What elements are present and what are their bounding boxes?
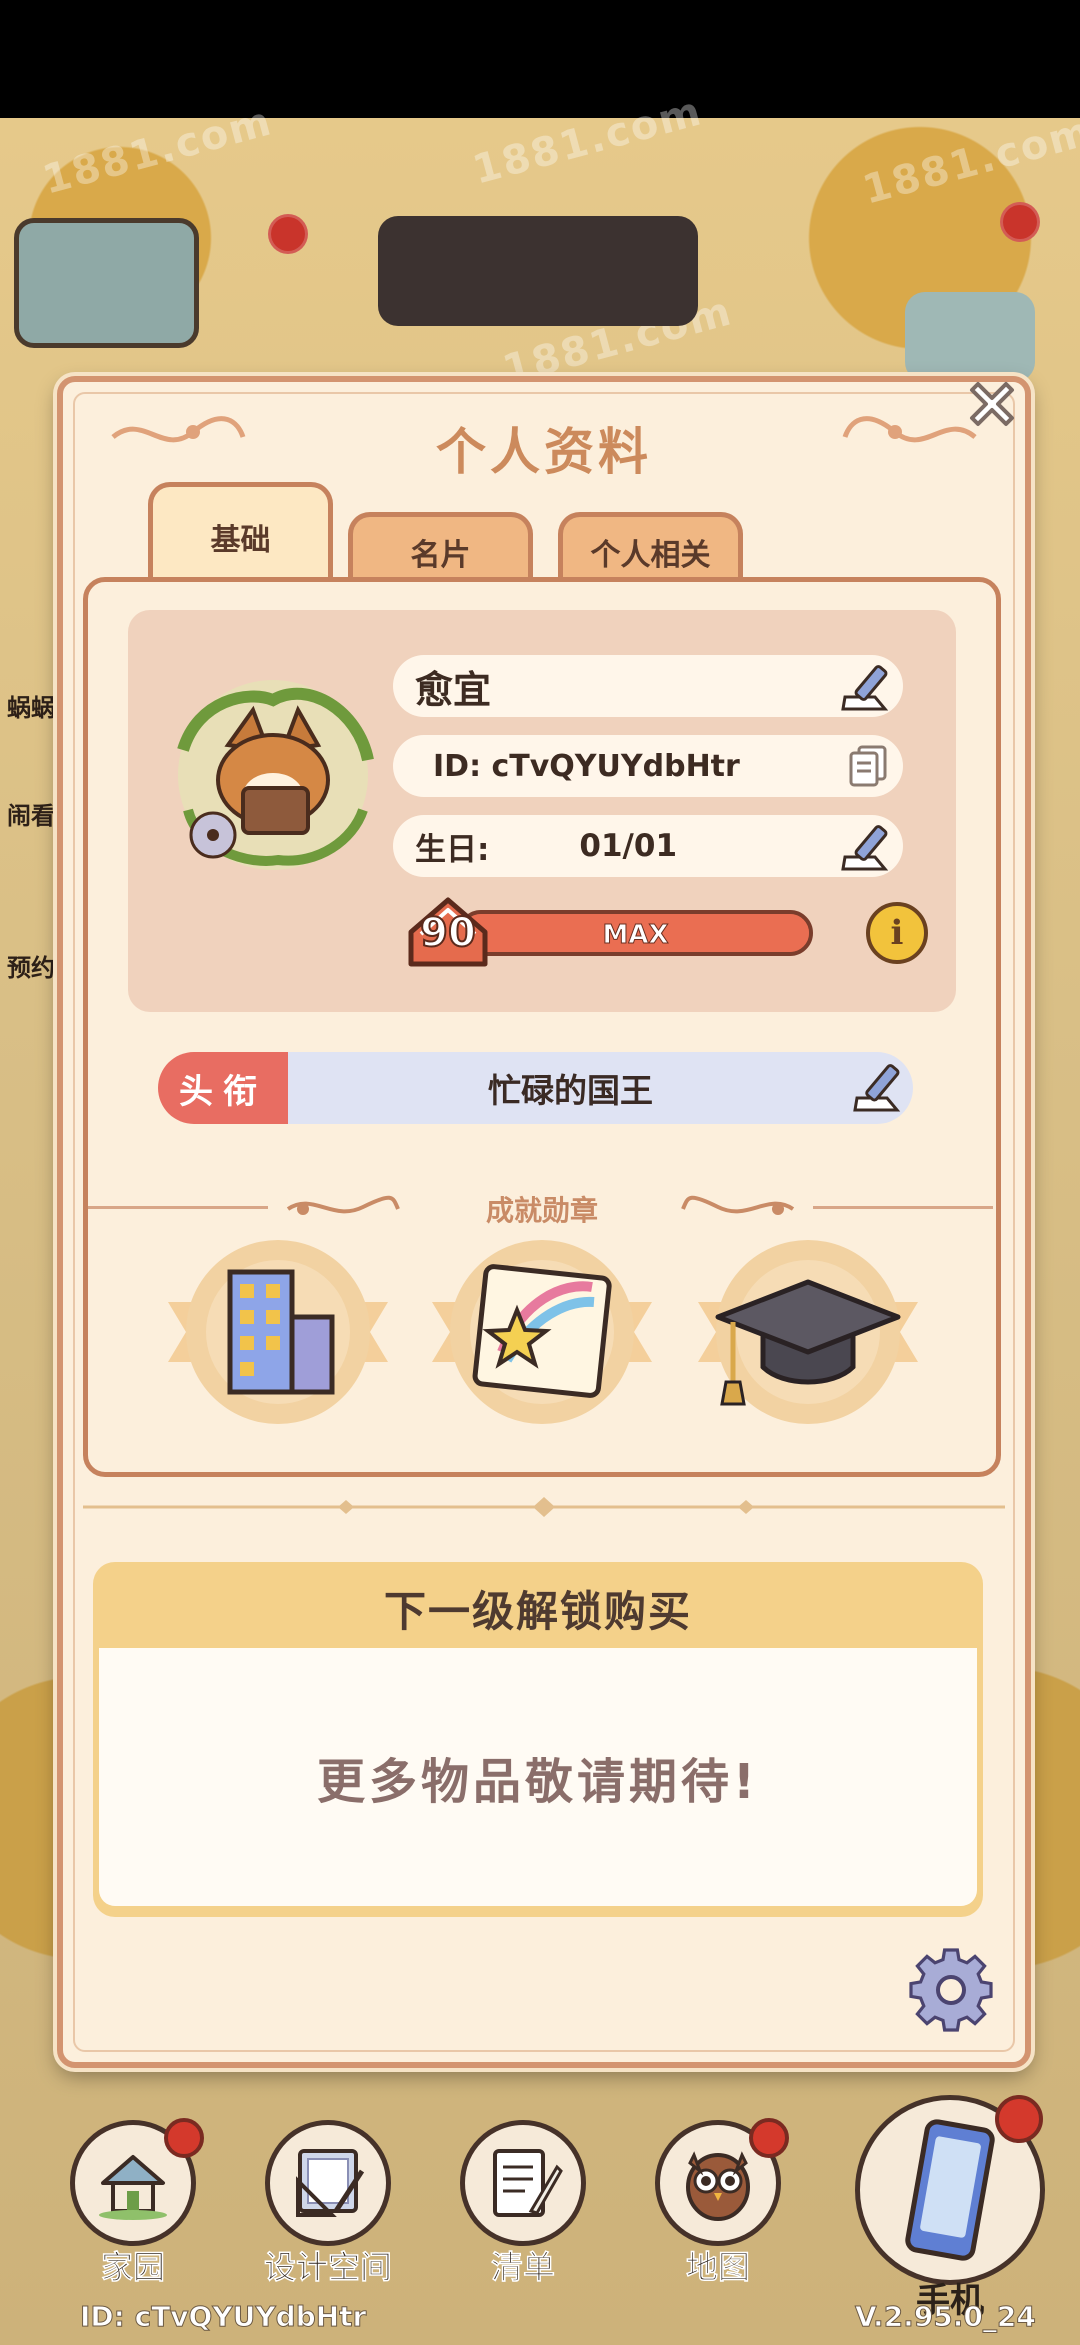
phone-icon xyxy=(905,2119,995,2261)
nav-icon-frame xyxy=(460,2120,586,2246)
checklist-icon xyxy=(493,2149,563,2217)
title-label: 头衔 xyxy=(158,1052,288,1124)
player-id: ID: cTvQYUYdbHtr xyxy=(433,748,740,784)
tab-card[interactable]: 名片 xyxy=(348,512,533,587)
notification-dot xyxy=(164,2118,204,2158)
nav-map[interactable]: 地图 xyxy=(643,2118,793,2300)
unlock-header: 下一级解锁购买 xyxy=(383,1586,692,1636)
edit-name-icon[interactable] xyxy=(835,659,895,722)
side-label[interactable]: 闹看 xyxy=(0,796,62,831)
birthday-value: 01/01 xyxy=(579,828,678,864)
notification-dot xyxy=(1000,202,1040,242)
close-icon xyxy=(970,382,1014,426)
notification-dot xyxy=(995,2095,1043,2143)
nav-checklist[interactable]: 清单 xyxy=(448,2120,598,2300)
nav-label: 地图 xyxy=(685,2248,751,2287)
edit-title-icon[interactable] xyxy=(847,1058,907,1124)
nav-label: 家园 xyxy=(100,2248,166,2287)
birthday-label: 生日: xyxy=(415,831,490,868)
info-icon: i xyxy=(890,913,904,953)
design-tools-icon xyxy=(296,2149,365,2217)
level-status: MAX xyxy=(602,920,669,951)
shooting-star-scroll-icon[interactable] xyxy=(422,1232,662,1432)
avatar[interactable] xyxy=(158,660,388,890)
achievements-heading: 成就勋章 xyxy=(485,1194,598,1227)
profile-summary: 愈宜 ID: cTvQYUYdbHtr 生日: 01/01 MAX 90 i xyxy=(128,610,956,1012)
flourish-small-right-icon xyxy=(681,1195,795,1215)
tab-label: 基础 xyxy=(210,523,271,558)
tab-personal[interactable]: 个人相关 xyxy=(558,512,743,587)
footer-version: V.2.95.0_24 xyxy=(855,2300,1037,2334)
corgi-avatar-icon xyxy=(177,680,374,870)
scene-widget-center[interactable] xyxy=(378,216,698,326)
graduation-cap-icon[interactable] xyxy=(688,1232,928,1432)
side-label[interactable]: 蜗蜗 xyxy=(0,688,62,723)
basic-info-card: 愈宜 ID: cTvQYUYdbHtr 生日: 01/01 MAX 90 i 头… xyxy=(83,577,1001,1477)
birthday-field: 生日: 01/01 xyxy=(393,815,903,877)
nav-label: 设计空间 xyxy=(263,2248,393,2287)
unlock-body: 更多物品敬请期待! xyxy=(99,1648,977,1906)
ornament-divider xyxy=(83,1497,1005,1517)
title-value-field: 忙碌的国王 xyxy=(288,1052,913,1124)
tab-label: 个人相关 xyxy=(590,538,711,573)
watermark-text: 1881.com xyxy=(858,108,1080,214)
title-row: 头衔 忙碌的国王 xyxy=(158,1052,913,1124)
nav-design-space[interactable]: 设计空间 xyxy=(253,2120,403,2300)
id-field: ID: cTvQYUYdbHtr xyxy=(393,735,903,797)
owl-map-icon xyxy=(686,2151,750,2221)
notification-dot xyxy=(268,214,308,254)
profile-panel: 个人资料 基础 名片 个人相关 愈宜 ID: cTvQYUYdbHtr 生日: … xyxy=(57,376,1031,2068)
nav-icon-frame xyxy=(265,2120,391,2246)
level-number: 90 xyxy=(419,909,477,957)
footer-id: ID: cTvQYUYdbHtr xyxy=(79,2300,367,2334)
home-icon xyxy=(99,2155,167,2220)
status-bar xyxy=(0,0,1080,118)
nav-phone[interactable]: 手机 xyxy=(855,2095,1055,2325)
notification-dot xyxy=(749,2118,789,2158)
title-value: 忙碌的国王 xyxy=(488,1071,653,1110)
level-info-button[interactable]: i xyxy=(866,902,928,964)
nav-home[interactable]: 家园 xyxy=(58,2118,208,2300)
level-meter: MAX 90 xyxy=(403,892,823,972)
scene-widget-right[interactable] xyxy=(905,292,1035,382)
close-button[interactable] xyxy=(960,372,1024,436)
nav-label: 清单 xyxy=(490,2248,556,2287)
scene-widget-left[interactable] xyxy=(14,218,199,348)
edit-birthday-icon[interactable] xyxy=(835,819,895,881)
next-unlock-card: 下一级解锁购买 更多物品敬请期待! xyxy=(93,1562,983,1917)
name-field: 愈宜 xyxy=(393,655,903,717)
player-name: 愈宜 xyxy=(415,667,492,712)
building-medal-icon[interactable] xyxy=(158,1232,398,1432)
copy-icon[interactable] xyxy=(847,743,889,797)
section-divider xyxy=(813,1206,993,1209)
tab-label: 名片 xyxy=(410,538,471,573)
tab-basic[interactable]: 基础 xyxy=(148,482,333,587)
settings-gear-icon[interactable] xyxy=(903,1942,999,2038)
side-label[interactable]: 预约 xyxy=(0,948,62,983)
